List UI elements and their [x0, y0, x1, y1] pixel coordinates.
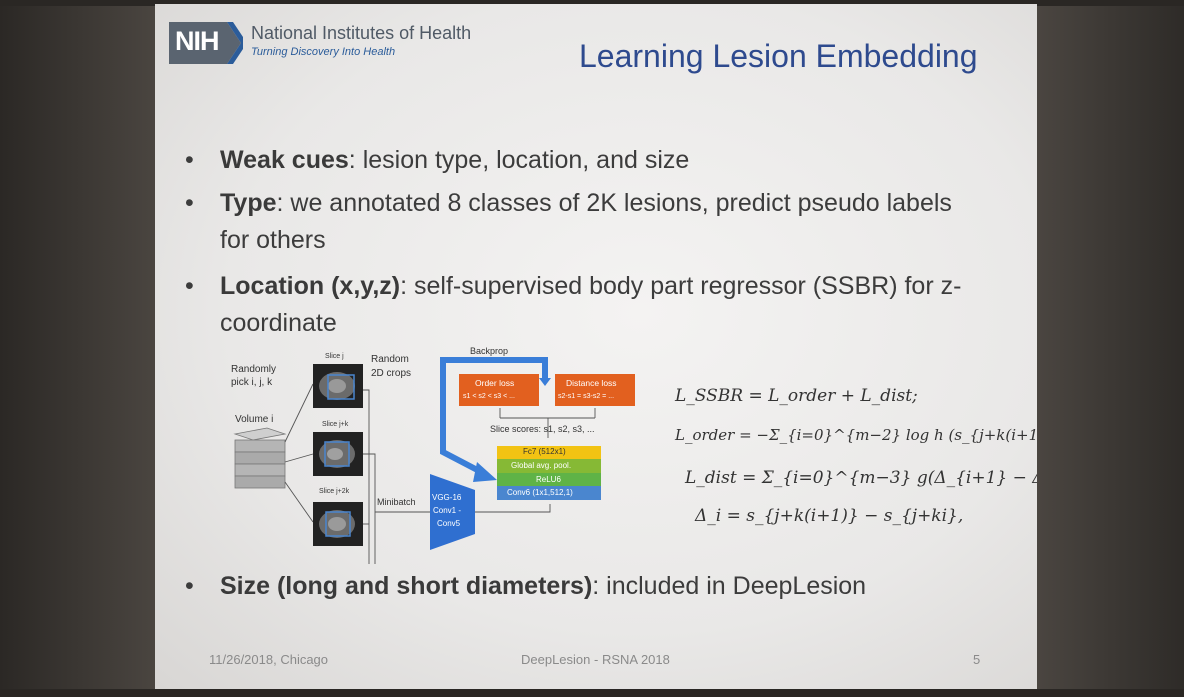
nih-abbr: NIH	[175, 26, 219, 56]
gap-label: Global avg. pool.	[511, 461, 572, 470]
equation-l-dist: L_dist = Σ_{i=0}^{m−3} g(Δ_{i+1} − Δ_i),	[685, 468, 1037, 488]
bullet-bold: Location (x,y,z)	[220, 272, 401, 300]
volume-stack-icon	[233, 427, 287, 489]
bullet-dot: •	[185, 146, 194, 174]
slice-j-label: Slice j	[325, 353, 344, 360]
ct-slice-j2k-icon	[313, 502, 363, 546]
randomly-pick-label-2: pick i, j, k	[231, 377, 273, 388]
slice-jk-label: Slice j+k	[322, 421, 349, 428]
bullet-text-continued: for others	[220, 226, 326, 254]
bullet-text: Type: we annotated 8 classes of 2K lesio…	[220, 185, 952, 222]
relu-label: ReLU6	[536, 475, 561, 484]
minibatch-label: Minibatch	[377, 497, 416, 507]
bullet-rest: : included in DeepLesion	[592, 572, 867, 600]
bullet-dot: •	[185, 572, 194, 600]
nih-logo: NIH National Institutes of Health Turnin…	[169, 20, 471, 66]
order-loss-label: Order loss	[475, 378, 515, 388]
room-background-bottom	[0, 689, 1184, 697]
bullet-text: Location (x,y,z): self-supervised body p…	[220, 268, 961, 305]
ssbr-diagram: Randomly pick i, j, k Volume i Slice j S…	[225, 342, 675, 564]
bullet-dot: •	[185, 189, 194, 217]
equation-l-order: L_order = −Σ_{i=0}^{m−2} log h (s_{j+k(i…	[675, 426, 1037, 444]
backprop-label: Backprop	[470, 346, 509, 356]
nih-name: National Institutes of Health	[251, 22, 472, 43]
footer-page-number: 5	[973, 652, 981, 667]
slide-title: Learning Lesion Embedding	[579, 38, 978, 74]
ssbr-equations: L_SSBR = L_order + L_dist; L_order = −Σ_…	[675, 384, 1037, 534]
bullet-bold: Weak cues	[220, 146, 349, 174]
slice-j2k-label: Slice j+2k	[319, 488, 350, 495]
bullet-bold: Size (long and short diameters)	[220, 572, 593, 600]
nih-logo-mark: NIH	[169, 20, 247, 66]
bullet-text: Size (long and short diameters): include…	[220, 568, 866, 605]
vgg-label-3: Conv5	[437, 519, 461, 528]
bullet-text: Weak cues: lesion type, location, and si…	[220, 142, 689, 179]
randomly-pick-label: Randomly	[231, 364, 277, 375]
ct-slice-j-icon	[313, 364, 363, 408]
order-loss-formula: s1 < s2 < s3 < ...	[463, 393, 515, 400]
slice-scores-label: Slice scores: s1, s2, s3, ...	[490, 424, 595, 434]
projected-slide: NIH National Institutes of Health Turnin…	[155, 4, 1037, 689]
nih-name-block: National Institutes of Health Turning Di…	[251, 23, 471, 58]
nih-tagline: Turning Discovery Into Health	[251, 45, 396, 58]
fc7-label: Fc7 (512x1)	[523, 447, 566, 456]
conv6-label: Conv6 (1x1,512,1)	[507, 488, 573, 497]
random-crops-label: Random	[371, 354, 409, 365]
room-background-left	[0, 0, 155, 697]
ct-slice-jk-icon	[313, 432, 363, 476]
crop-connector-lines	[363, 389, 430, 564]
vgg-label: VGG-16	[432, 493, 462, 502]
bullet-dot: •	[185, 272, 194, 300]
vgg-label-2: Conv1 -	[433, 506, 462, 515]
volume-label: Volume i	[235, 414, 274, 425]
bullet-rest: : lesion type, location, and size	[348, 146, 690, 174]
bullet-rest: : we annotated 8 classes of 2K lesions, …	[276, 189, 952, 217]
footer-title: DeepLesion - RSNA 2018	[521, 652, 670, 667]
equation-delta: Δ_i = s_{j+k(i+1)} − s_{j+ki},	[695, 506, 964, 526]
footer-date: 11/26/2018, Chicago	[209, 652, 329, 667]
vgg-output-line	[475, 504, 551, 513]
distance-loss-label: Distance loss	[566, 378, 617, 388]
room-background-right	[1034, 0, 1184, 697]
bullet-bold: Type	[220, 189, 277, 217]
random-crops-label-2: 2D crops	[371, 368, 412, 379]
bullet-rest: : self-supervised body part regressor (S…	[400, 272, 962, 300]
bullet-text-continued: coordinate	[220, 309, 337, 337]
distance-loss-formula: s2-s1 = s3-s2 = ...	[558, 393, 615, 400]
slice-connector-lines	[284, 383, 314, 523]
ssbr-diagram-graphics	[233, 357, 635, 564]
equation-l-ssbr: L_SSBR = L_order + L_dist;	[675, 386, 918, 406]
